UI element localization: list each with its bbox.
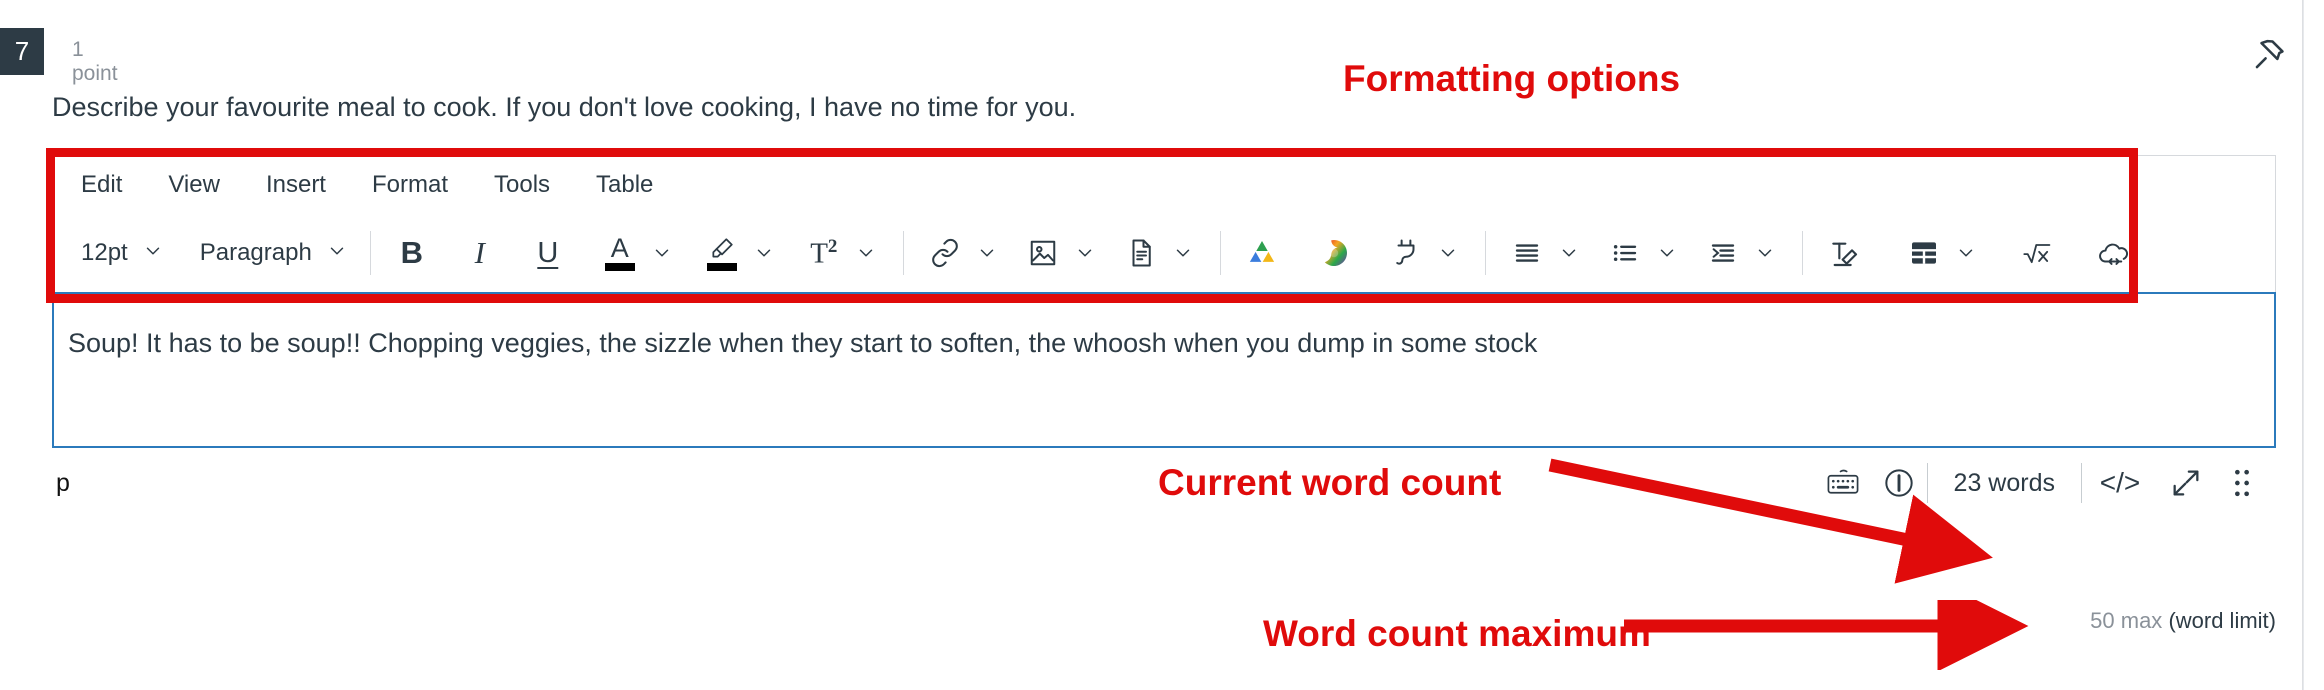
- text-color-dropdown[interactable]: [643, 227, 681, 279]
- menu-item-format[interactable]: Format: [366, 167, 454, 203]
- toolbar-separator: [902, 231, 904, 275]
- bullet-list-dropdown[interactable]: [1648, 227, 1686, 279]
- underline-button[interactable]: U: [525, 227, 571, 279]
- bold-icon: B: [400, 235, 423, 270]
- text-color-icon: A: [604, 235, 635, 271]
- document-control[interactable]: [1118, 227, 1202, 279]
- highlighter-icon[interactable]: [699, 227, 745, 279]
- annotation-formatting-options: Formatting options: [1343, 58, 1681, 99]
- toolbar-separator: [1219, 231, 1221, 275]
- text-color-control[interactable]: A: [597, 227, 681, 279]
- superscript-button[interactable]: T2: [801, 227, 847, 279]
- image-icon[interactable]: [1020, 227, 1066, 279]
- editor-menubar: Edit View Insert Format Tools Table: [53, 156, 2275, 214]
- block-format-dropdown[interactable]: Paragraph: [194, 227, 352, 279]
- cloud-code-icon[interactable]: [2091, 227, 2137, 279]
- toolbar-separator: [1801, 231, 1803, 275]
- statusbar-right-group: 23 words </>: [1815, 455, 2276, 511]
- clear-formatting-icon[interactable]: [1821, 227, 1867, 279]
- superscript-control[interactable]: T2: [801, 227, 885, 279]
- keyboard-icon[interactable]: [1815, 455, 1871, 511]
- link-icon[interactable]: [922, 227, 968, 279]
- question-number-badge: 7: [0, 28, 44, 75]
- menu-item-edit[interactable]: Edit: [75, 167, 128, 203]
- word-limit-label: (word limit): [2168, 608, 2276, 633]
- font-size-value: 12pt: [81, 239, 128, 266]
- annotation-word-count-maximum: Word count maximum: [1263, 613, 1651, 654]
- question-prompt-text: Describe your favourite meal to cook. If…: [52, 92, 1077, 122]
- align-left-icon[interactable]: [1504, 227, 1550, 279]
- table-dropdown[interactable]: [1947, 227, 1985, 279]
- indent-icon[interactable]: [1700, 227, 1746, 279]
- align-dropdown[interactable]: [1550, 227, 1588, 279]
- align-control[interactable]: [1504, 227, 1588, 279]
- rainbow-swirl-icon[interactable]: [1311, 227, 1357, 279]
- italic-button[interactable]: I: [457, 227, 503, 279]
- text-color-button[interactable]: A: [597, 227, 643, 279]
- image-dropdown[interactable]: [1066, 227, 1104, 279]
- html-editor-icon: </>: [2099, 467, 2141, 498]
- indent-dropdown[interactable]: [1746, 227, 1784, 279]
- toolbar-separator: [1484, 231, 1486, 275]
- math-icon[interactable]: [2015, 227, 2061, 279]
- resize-handle-icon[interactable]: [2214, 455, 2270, 511]
- element-path-indicator[interactable]: p: [52, 469, 70, 498]
- menu-item-insert[interactable]: Insert: [260, 167, 332, 203]
- indent-control[interactable]: [1700, 227, 1784, 279]
- superscript-icon: T2: [810, 235, 838, 270]
- image-control[interactable]: [1020, 227, 1104, 279]
- menu-item-table[interactable]: Table: [590, 167, 659, 203]
- word-limit-indicator: 50 max (word limit): [2090, 608, 2276, 634]
- link-control[interactable]: [922, 227, 1006, 279]
- superscript-dropdown[interactable]: [847, 227, 885, 279]
- word-count-label: 23 words: [1953, 468, 2055, 497]
- link-dropdown[interactable]: [968, 227, 1006, 279]
- editor-text-area[interactable]: Soup! It has to be soup!! Chopping veggi…: [52, 292, 2276, 448]
- table-control[interactable]: [1901, 227, 1985, 279]
- italic-icon: I: [474, 235, 485, 270]
- bullet-list-control[interactable]: [1602, 227, 1686, 279]
- editor-toolbar-region: Edit View Insert Format Tools Table 12pt…: [52, 155, 2276, 292]
- bullet-list-icon[interactable]: [1602, 227, 1648, 279]
- fullscreen-icon[interactable]: [2158, 455, 2214, 511]
- html-editor-button[interactable]: </>: [2082, 455, 2158, 511]
- annotation-arrow-word-max: [1624, 600, 2029, 670]
- document-dropdown[interactable]: [1164, 227, 1202, 279]
- document-icon[interactable]: [1118, 227, 1164, 279]
- chevron-down-icon: [326, 240, 348, 267]
- toolbar-separator: [369, 231, 371, 275]
- accessibility-checker-icon[interactable]: [1871, 455, 1927, 511]
- apps-control[interactable]: [1383, 227, 1467, 279]
- bold-button[interactable]: B: [389, 227, 435, 279]
- chevron-down-icon: [142, 240, 164, 267]
- apps-dropdown[interactable]: [1429, 227, 1467, 279]
- table-icon[interactable]: [1901, 227, 1947, 279]
- editor-body-text: Soup! It has to be soup!! Chopping veggi…: [68, 328, 1538, 358]
- window-divider: [2302, 0, 2304, 690]
- block-format-value: Paragraph: [199, 239, 312, 266]
- question-points: 1 point: [72, 38, 118, 85]
- word-limit-max: 50 max: [2090, 608, 2163, 633]
- pin-icon[interactable]: [2252, 38, 2286, 72]
- font-size-dropdown[interactable]: 12pt: [75, 227, 168, 279]
- menu-item-tools[interactable]: Tools: [488, 167, 556, 203]
- highlight-color-control[interactable]: [699, 227, 783, 279]
- editor-toolbar: 12pt Paragraph B I U A T2: [53, 214, 2275, 292]
- highlight-color-dropdown[interactable]: [745, 227, 783, 279]
- plug-icon[interactable]: [1383, 227, 1429, 279]
- google-drive-icon[interactable]: [1239, 227, 1285, 279]
- annotation-current-word-count: Current word count: [1158, 462, 1502, 503]
- menu-item-view[interactable]: View: [162, 167, 226, 203]
- underline-icon: U: [537, 236, 559, 269]
